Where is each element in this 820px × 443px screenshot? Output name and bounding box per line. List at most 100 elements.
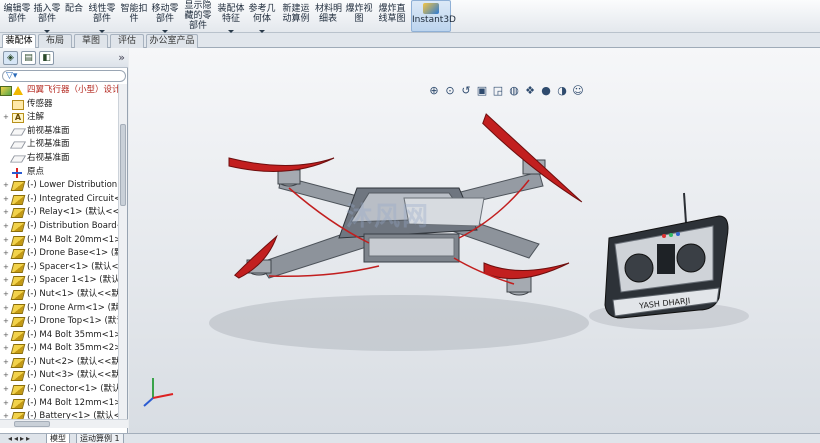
explode-line-sketch-label: 爆炸直 线草图 xyxy=(378,4,406,24)
linear-pattern-label: 线性零 部件 xyxy=(88,4,116,24)
tree-item[interactable]: + (-) Integrated Circuit<1 xyxy=(0,193,118,207)
graphics-area[interactable]: ⊕ ⊙ ↺ ▣ ◲ ◍ ❖ ● ◑ ☺ YASH DHARJI 沐风网 xyxy=(129,48,820,433)
plane-icon xyxy=(9,128,27,136)
expand-icon[interactable]: + xyxy=(3,386,9,393)
tab-motion-study-1[interactable]: 运动算例 1 xyxy=(76,434,124,443)
expand-icon[interactable]: + xyxy=(3,358,9,366)
part-icon xyxy=(10,398,26,409)
exploded-view-button[interactable]: 爆炸视 图 xyxy=(344,0,374,32)
expand-icon[interactable]: + xyxy=(3,222,9,230)
tree-item[interactable]: 传感器 xyxy=(0,98,118,112)
tree-item[interactable]: + (-) Nut<2> (默认<<默认 xyxy=(0,356,118,370)
expand-icon[interactable]: + xyxy=(3,236,9,244)
part-icon xyxy=(10,221,26,232)
tab-assembly[interactable]: 装配体 xyxy=(2,34,36,48)
tree-item-label: (-) Battery<1> (默认<< xyxy=(27,411,118,419)
property-manager-icon[interactable]: ▤ xyxy=(21,51,36,65)
tree-filter-input[interactable]: ▽▾ xyxy=(2,70,126,82)
tree-item[interactable]: + (-) Drone Top<1> (默认 xyxy=(0,315,118,329)
tree-item-label: (-) M4 Bolt 20mm<1> xyxy=(27,234,118,245)
tab-scroll-arrows-icon[interactable]: ◂◂▸▸ xyxy=(8,434,32,443)
expand-icon[interactable]: + xyxy=(3,304,9,312)
tree-item[interactable]: + (-) Nut<1> (默认<<默认 xyxy=(0,288,118,302)
expand-icon[interactable]: + xyxy=(3,331,9,339)
tree-item[interactable]: 前视基准面 xyxy=(0,125,118,139)
tree-item[interactable]: + (-) Spacer 1<1> (默认< xyxy=(0,274,118,288)
part-icon xyxy=(10,385,26,396)
tree-item[interactable]: + (-) Nut<3> (默认<<默认 xyxy=(0,369,118,383)
instant3d-label: Instant3D xyxy=(412,15,456,25)
tree-item[interactable]: + (-) M4 Bolt 20mm<1> xyxy=(0,234,118,248)
tree-item-label: (-) Lower Distribution I xyxy=(27,180,118,191)
tree-item[interactable]: + (-) M4 Bolt 12mm<1> xyxy=(0,397,118,411)
tree-horizontal-scrollbar[interactable] xyxy=(0,419,128,428)
reference-geometry-button[interactable]: 参考几 何体 xyxy=(248,0,276,33)
show-hidden-components-button[interactable]: 显示隐 藏的零 部件 xyxy=(183,0,213,32)
expand-icon[interactable]: + xyxy=(3,277,9,284)
tree-item-label: 四翼飞行器（小型）设计 xyxy=(27,85,118,95)
tree-item[interactable]: + (-) Distribution Board< xyxy=(0,220,118,234)
smart-fasteners-button[interactable]: 智能扣 件 xyxy=(120,0,148,32)
bill-of-materials-button[interactable]: 材料明 细表 xyxy=(315,0,342,32)
insert-component-label: 插入零 部件 xyxy=(33,4,61,24)
tree-vertical-scrollbar[interactable] xyxy=(118,84,127,419)
scrollbar-thumb[interactable] xyxy=(14,421,50,427)
tree-item-label: (-) Nut<2> (默认<<默认 xyxy=(27,356,118,367)
scrollbar-thumb[interactable] xyxy=(120,124,126,206)
tree-item[interactable]: + A 注解 xyxy=(0,111,118,125)
expand-icon[interactable]: + xyxy=(3,372,9,379)
tree-item[interactable]: + (-) M4 Bolt 35mm<1> xyxy=(0,329,118,343)
tree-item-label: (-) Relay<1> (默认<<默 xyxy=(27,207,118,218)
new-motion-study-label: 新建运 动算例 xyxy=(282,4,310,24)
tree-item[interactable]: + (-) Conector<1> (默认 xyxy=(0,383,118,397)
tree-item-label: (-) Spacer 1<1> (默认< xyxy=(27,275,118,286)
filter-icon[interactable]: ▽▾ xyxy=(6,71,17,81)
plane-icon xyxy=(9,141,27,149)
chevron-right-icon[interactable]: » xyxy=(118,51,125,64)
linear-pattern-button[interactable]: 线性零 部件 xyxy=(88,0,116,33)
expand-icon[interactable]: + xyxy=(3,318,9,325)
expand-icon[interactable]: + xyxy=(3,195,9,203)
tree-item[interactable]: 右视基准面 xyxy=(0,152,118,166)
expand-icon[interactable]: + xyxy=(3,250,9,257)
tab-model[interactable]: 模型 xyxy=(46,434,70,443)
tree-item-label: (-) Nut<3> (默认<<默认 xyxy=(27,370,118,381)
expand-icon[interactable]: + xyxy=(3,209,9,216)
move-component-button[interactable]: 移动零 部件 xyxy=(150,0,180,33)
tree-item[interactable]: 原点 xyxy=(0,166,118,180)
tree-item[interactable]: + (-) Drone Arm<1> (默认 xyxy=(0,302,118,316)
configuration-manager-icon[interactable]: ◧ xyxy=(39,51,54,65)
tree-item[interactable]: 上视基准面 xyxy=(0,138,118,152)
tree-item[interactable]: + (-) Spacer<1> (默认<< xyxy=(0,261,118,275)
tab-sketch[interactable]: 草图 xyxy=(74,34,108,48)
instant3d-button[interactable]: Instant3D xyxy=(411,0,456,32)
mate-button[interactable]: 配合 xyxy=(63,0,85,32)
explode-line-sketch-button[interactable]: 爆炸直 线草图 xyxy=(377,0,407,32)
sensor-icon xyxy=(12,99,24,110)
expand-icon[interactable]: + xyxy=(3,399,9,407)
tree-item[interactable]: + (-) Battery<1> (默认<< xyxy=(0,410,118,419)
tree-item[interactable]: + (-) Drone Base<1> (默 xyxy=(0,247,118,261)
tab-layout[interactable]: 布局 xyxy=(38,34,72,48)
new-motion-study-button[interactable]: 新建运 动算例 xyxy=(281,0,311,32)
tree-item[interactable]: + (-) M4 Bolt 35mm<2> xyxy=(0,342,118,356)
expand-icon[interactable]: + xyxy=(3,290,9,298)
assembly-features-button[interactable]: 装配体 特征 xyxy=(217,0,245,33)
tree-item[interactable]: + (-) Lower Distribution I xyxy=(0,179,118,193)
tree-item-label: (-) Integrated Circuit<1 xyxy=(27,193,118,204)
model-render: YASH DHARJI xyxy=(143,113,749,407)
expand-icon[interactable]: + xyxy=(3,182,9,189)
expand-icon[interactable]: + xyxy=(3,114,9,121)
edit-part-button[interactable]: 编辑零 部件 xyxy=(2,0,32,32)
tab-office-products[interactable]: 办公室产品 xyxy=(146,34,198,48)
expand-icon[interactable]: + xyxy=(3,345,9,352)
remote-controller-model: YASH DHARJI xyxy=(604,192,729,319)
feature-manager-icon[interactable]: ◈ xyxy=(3,51,18,65)
insert-component-button[interactable]: 插入零 部件 xyxy=(33,0,61,33)
expand-icon[interactable]: + xyxy=(3,263,9,271)
tab-evaluate[interactable]: 评估 xyxy=(110,34,144,48)
reference-geometry-label: 参考几 何体 xyxy=(248,4,276,24)
tree-item[interactable]: + (-) Relay<1> (默认<<默 xyxy=(0,206,118,220)
tree-root-assembly[interactable]: 四翼飞行器（小型）设计 xyxy=(0,84,118,98)
edit-part-label: 编辑零 部件 xyxy=(3,4,31,24)
